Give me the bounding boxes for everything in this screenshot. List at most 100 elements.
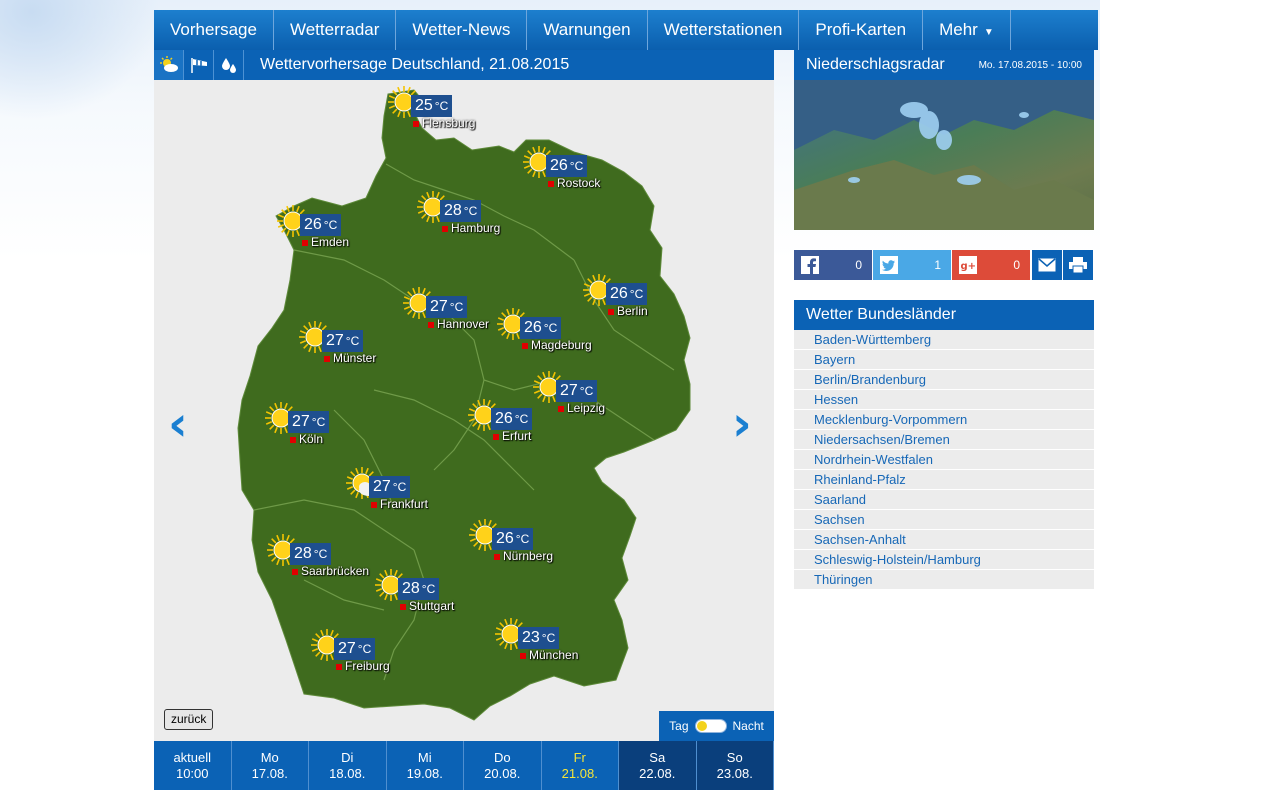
temperature-badge: 27 °C xyxy=(369,476,411,498)
temperature-unit: °C xyxy=(449,300,464,314)
bundesland-link[interactable]: Baden-Württemberg xyxy=(794,330,1094,350)
nav-mehr[interactable]: Mehr ▼ xyxy=(923,10,1011,50)
wind-map-button[interactable] xyxy=(184,50,214,80)
nav-wetterradar[interactable]: Wetterradar xyxy=(274,10,397,50)
day-tab[interactable]: aktuell 10:00 xyxy=(154,741,232,790)
nav-warnungen[interactable]: Warnungen xyxy=(527,10,648,50)
bundesland-link[interactable]: Sachsen xyxy=(794,510,1094,530)
city-name: Berlin xyxy=(617,304,648,318)
radar-map-image xyxy=(794,80,1094,230)
day-tab[interactable]: Do 20.08. xyxy=(464,741,542,790)
city-name: Hamburg xyxy=(451,221,501,235)
bundesland-link[interactable]: Rheinland-Pfalz xyxy=(794,470,1094,490)
page-background-highlight xyxy=(0,0,160,120)
day-tab[interactable]: Sa 22.08. xyxy=(619,741,697,790)
temperature-badge: 26 °C xyxy=(491,408,533,430)
city-name: Hannover xyxy=(437,317,490,331)
email-share-button[interactable] xyxy=(1032,250,1062,280)
radar-thumbnail[interactable] xyxy=(794,80,1094,230)
temperature-unit: °C xyxy=(421,582,436,596)
temperature-badge: 25 °C xyxy=(411,95,453,117)
bundesland-link[interactable]: Schleswig-Holstein/Hamburg xyxy=(794,550,1094,570)
googleplus-share-button[interactable]: g+ 0 xyxy=(952,250,1030,280)
bundesland-link[interactable]: Hessen xyxy=(794,390,1094,410)
city-location-dot xyxy=(324,356,330,362)
city-location-dot xyxy=(442,226,448,232)
bundeslaender-header: Wetter Bundesländer xyxy=(794,300,1094,330)
temperature-value: 26 xyxy=(496,530,514,547)
temperature-unit: °C xyxy=(514,412,529,426)
city-location-dot xyxy=(493,434,499,440)
city-location-dot xyxy=(413,121,419,127)
temperature-value: 26 xyxy=(524,319,542,336)
main-navigation: Vorhersage Wetterradar Wetter-News Warnu… xyxy=(154,10,1098,50)
twitter-share-button[interactable]: 1 xyxy=(873,250,951,280)
temperature-badge: 27 °C xyxy=(288,411,330,433)
bundesland-link[interactable]: Niedersachsen/Bremen xyxy=(794,430,1094,450)
day-tab[interactable]: Di 18.08. xyxy=(309,741,387,790)
day-tab[interactable]: Mo 17.08. xyxy=(231,741,309,790)
temperature-value: 25 xyxy=(415,97,433,114)
bundesland-link[interactable]: Bayern xyxy=(794,350,1094,370)
radar-title: Niederschlagsradar xyxy=(806,56,945,73)
temperature-badge: 23 °C xyxy=(518,627,560,649)
precipitation-map-button[interactable] xyxy=(214,50,244,80)
share-bar: 0 1 g+ 0 xyxy=(794,250,1094,280)
germany-map-shape xyxy=(237,89,691,721)
day-tab[interactable]: Mi 19.08. xyxy=(386,741,464,790)
city-name: Freiburg xyxy=(345,659,390,673)
temperature-value: 26 xyxy=(610,285,628,302)
night-label: Nacht xyxy=(732,719,764,733)
previous-day-arrow[interactable]: ‹ xyxy=(168,400,188,448)
next-day-arrow[interactable]: › xyxy=(732,400,752,448)
bundesland-link[interactable]: Saarland xyxy=(794,490,1094,510)
bundesland-link[interactable]: Berlin/Brandenburg xyxy=(794,370,1094,390)
printer-icon xyxy=(1069,257,1087,273)
day-tab-date: 22.08. xyxy=(639,766,676,781)
city-name: Erfurt xyxy=(502,429,532,443)
city-location-dot xyxy=(548,181,554,187)
temperature-value: 28 xyxy=(294,545,312,562)
nav-mehr-label: Mehr xyxy=(939,20,978,39)
temperature-unit: °C xyxy=(579,384,594,398)
day-tab[interactable]: So 23.08. xyxy=(696,741,774,790)
print-button[interactable] xyxy=(1063,250,1093,280)
bundesland-link[interactable]: Thüringen xyxy=(794,570,1094,590)
toggle-knob xyxy=(696,721,707,731)
temperature-value: 28 xyxy=(444,202,462,219)
day-tab-weekday: So xyxy=(726,750,743,765)
temperature-badge: 26 °C xyxy=(606,283,648,305)
temperature-unit: °C xyxy=(569,159,584,173)
nav-vorhersage[interactable]: Vorhersage xyxy=(154,10,274,50)
temperature-badge: 27 °C xyxy=(426,296,468,318)
nav-wetterstationen[interactable]: Wetterstationen xyxy=(648,10,800,50)
bundesland-link[interactable]: Nordrhein-Westfalen xyxy=(794,450,1094,470)
day-tab-weekday: Fr xyxy=(573,750,586,765)
city-name: Magdeburg xyxy=(531,338,592,352)
city-location-dot xyxy=(400,604,406,610)
city-name: Nürnberg xyxy=(503,549,554,563)
day-tab-date: 20.08. xyxy=(484,766,521,781)
city-location-dot xyxy=(520,653,526,659)
temperature-unit: °C xyxy=(311,415,326,429)
day-night-toggle[interactable] xyxy=(694,719,727,733)
back-button[interactable]: zurück xyxy=(164,709,214,730)
weather-map-button[interactable] xyxy=(154,50,184,80)
day-tab[interactable]: Fr 21.08. xyxy=(541,741,619,790)
bundesland-link[interactable]: Sachsen-Anhalt xyxy=(794,530,1094,550)
bundesland-link[interactable]: Mecklenburg-Vorpommern xyxy=(794,410,1094,430)
day-tab-date: 23.08. xyxy=(716,766,753,781)
city-location-dot xyxy=(522,343,528,349)
nav-profi-karten[interactable]: Profi-Karten xyxy=(799,10,924,50)
mail-icon xyxy=(1038,258,1056,272)
nav-wetter-news[interactable]: Wetter-News xyxy=(396,10,528,50)
radar-header: Niederschlagsradar Mo. 17.08.2015 - 10:0… xyxy=(794,50,1094,80)
svg-text:g+: g+ xyxy=(961,261,977,272)
temperature-value: 26 xyxy=(550,157,568,174)
facebook-share-button[interactable]: 0 xyxy=(794,250,872,280)
day-tab-weekday: aktuell xyxy=(173,750,212,765)
temperature-unit: °C xyxy=(357,642,372,656)
temperature-value: 27 xyxy=(338,640,356,657)
temperature-unit: °C xyxy=(434,99,449,113)
day-tab-weekday: Mo xyxy=(260,750,279,765)
